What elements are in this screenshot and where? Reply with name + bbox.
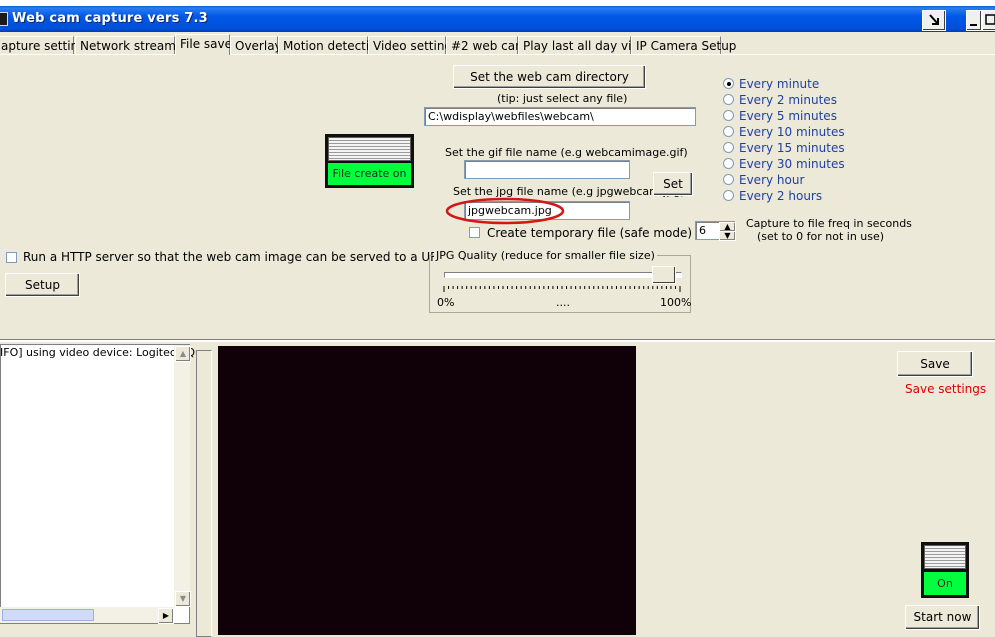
radio-label: Every 10 minutes (739, 125, 845, 139)
temp-file-checkbox[interactable] (469, 227, 480, 238)
scroll-right-icon[interactable]: ▶ (158, 608, 174, 624)
radio-every-2-hours[interactable] (723, 190, 734, 201)
jpg-quality-slider-thumb[interactable] (651, 266, 676, 284)
toggle-lever-icon (328, 137, 411, 161)
tab-capture-settings[interactable]: apture settings (0, 36, 92, 54)
toggle-lever-icon (924, 545, 966, 569)
setup-button[interactable]: Setup (5, 273, 80, 297)
window-title: Web cam capture vers 7.3 (12, 11, 208, 26)
scroll-down-icon[interactable]: ▼ (175, 591, 191, 607)
tab-motion-detection[interactable]: Motion detection (278, 36, 384, 54)
gif-filename-input[interactable] (464, 160, 630, 179)
set-filename-button[interactable]: Set (653, 172, 693, 196)
tab-play-last-all-day-video[interactable]: Play last all day video (518, 36, 654, 54)
start-toggle-label: On (924, 572, 966, 595)
file-create-toggle[interactable]: File create on (325, 134, 414, 188)
tab-video-settings[interactable]: Video settings (368, 36, 458, 54)
directory-tip: (tip: just select any file) (497, 92, 628, 105)
log-list[interactable] (0, 344, 190, 624)
start-now-button[interactable]: Start now (905, 605, 980, 630)
gif-filename-label: Set the gif file name (e.g webcamimage.g… (445, 146, 688, 159)
highlight-circle (445, 197, 565, 225)
file-create-toggle-label: File create on (328, 163, 411, 185)
radio-label: Every 2 hours (739, 189, 823, 203)
log-vertical-scrollbar[interactable]: ▲ ▼ (174, 345, 191, 607)
capture-freq-hint: (set to 0 for not in use) (757, 230, 885, 243)
save-settings-label: Save settings (905, 382, 987, 396)
radio-label: Every 5 minutes (739, 109, 837, 123)
save-button[interactable]: Save (897, 351, 973, 377)
scroll-thumb[interactable] (2, 609, 94, 621)
radio-label: Every hour (739, 173, 805, 187)
radio-every-5-minutes[interactable] (723, 110, 734, 121)
maximize-button[interactable] (982, 10, 995, 31)
jpg-quality-min-label: 0% (437, 296, 455, 309)
temp-file-label: Create temporary file (safe mode) (487, 226, 693, 240)
start-toggle[interactable]: On (921, 542, 969, 598)
radio-every-10-minutes[interactable] (723, 126, 734, 137)
tab-network-streaming[interactable]: Network streaming (75, 36, 195, 54)
set-webcam-directory-button[interactable]: Set the web cam directory (453, 65, 646, 89)
radio-every-hour[interactable] (723, 174, 734, 185)
capture-freq-label: Capture to file freq in seconds (746, 217, 912, 230)
tab-2-web-cam[interactable]: #2 web cam (446, 36, 527, 54)
jpg-quality-max-label: 100% (660, 296, 692, 309)
minimize-button[interactable] (966, 10, 982, 31)
app-icon (0, 12, 8, 26)
jpg-quality-track (444, 272, 682, 278)
log-line: IFO] using video device: Logitech Qu (0, 346, 203, 359)
tab-overlay[interactable]: Overlay (230, 36, 282, 54)
restore-down-icon[interactable] (922, 10, 946, 31)
jpg-quality-ticks (443, 286, 681, 292)
jpg-quality-group-label: JPG Quality (reduce for smaller file siz… (434, 249, 657, 262)
capture-freq-spinner[interactable]: ▲ ▼ (719, 222, 736, 241)
jpg-quality-mid-label: .... (556, 296, 570, 309)
radio-label: Every 30 minutes (739, 157, 845, 171)
radio-label: Every minute (739, 77, 820, 91)
radio-every-2-minutes[interactable] (723, 94, 734, 105)
radio-label: Every 15 minutes (739, 141, 845, 155)
spin-down-icon[interactable]: ▼ (719, 231, 736, 241)
directory-field[interactable]: C:\wdisplay\webfiles\webcam\ (424, 107, 696, 126)
radio-label: Every 2 minutes (739, 93, 837, 107)
tab-file-save[interactable]: File save (175, 34, 232, 55)
http-server-checkbox[interactable] (6, 252, 17, 263)
panel-divider (0, 339, 995, 342)
http-server-label: Run a HTTP server so that the web cam im… (23, 250, 446, 264)
radio-every-30-minutes[interactable] (723, 158, 734, 169)
log-horizontal-scrollbar[interactable]: ▶ (0, 607, 174, 624)
scroll-up-icon[interactable]: ▲ (175, 346, 191, 362)
radio-every-15-minutes[interactable] (723, 142, 734, 153)
video-preview (218, 346, 636, 635)
tab-ip-camera-setup[interactable]: IP Camera Setup (631, 36, 736, 54)
video-frame-border (196, 350, 212, 637)
radio-every-minute[interactable] (723, 78, 734, 89)
